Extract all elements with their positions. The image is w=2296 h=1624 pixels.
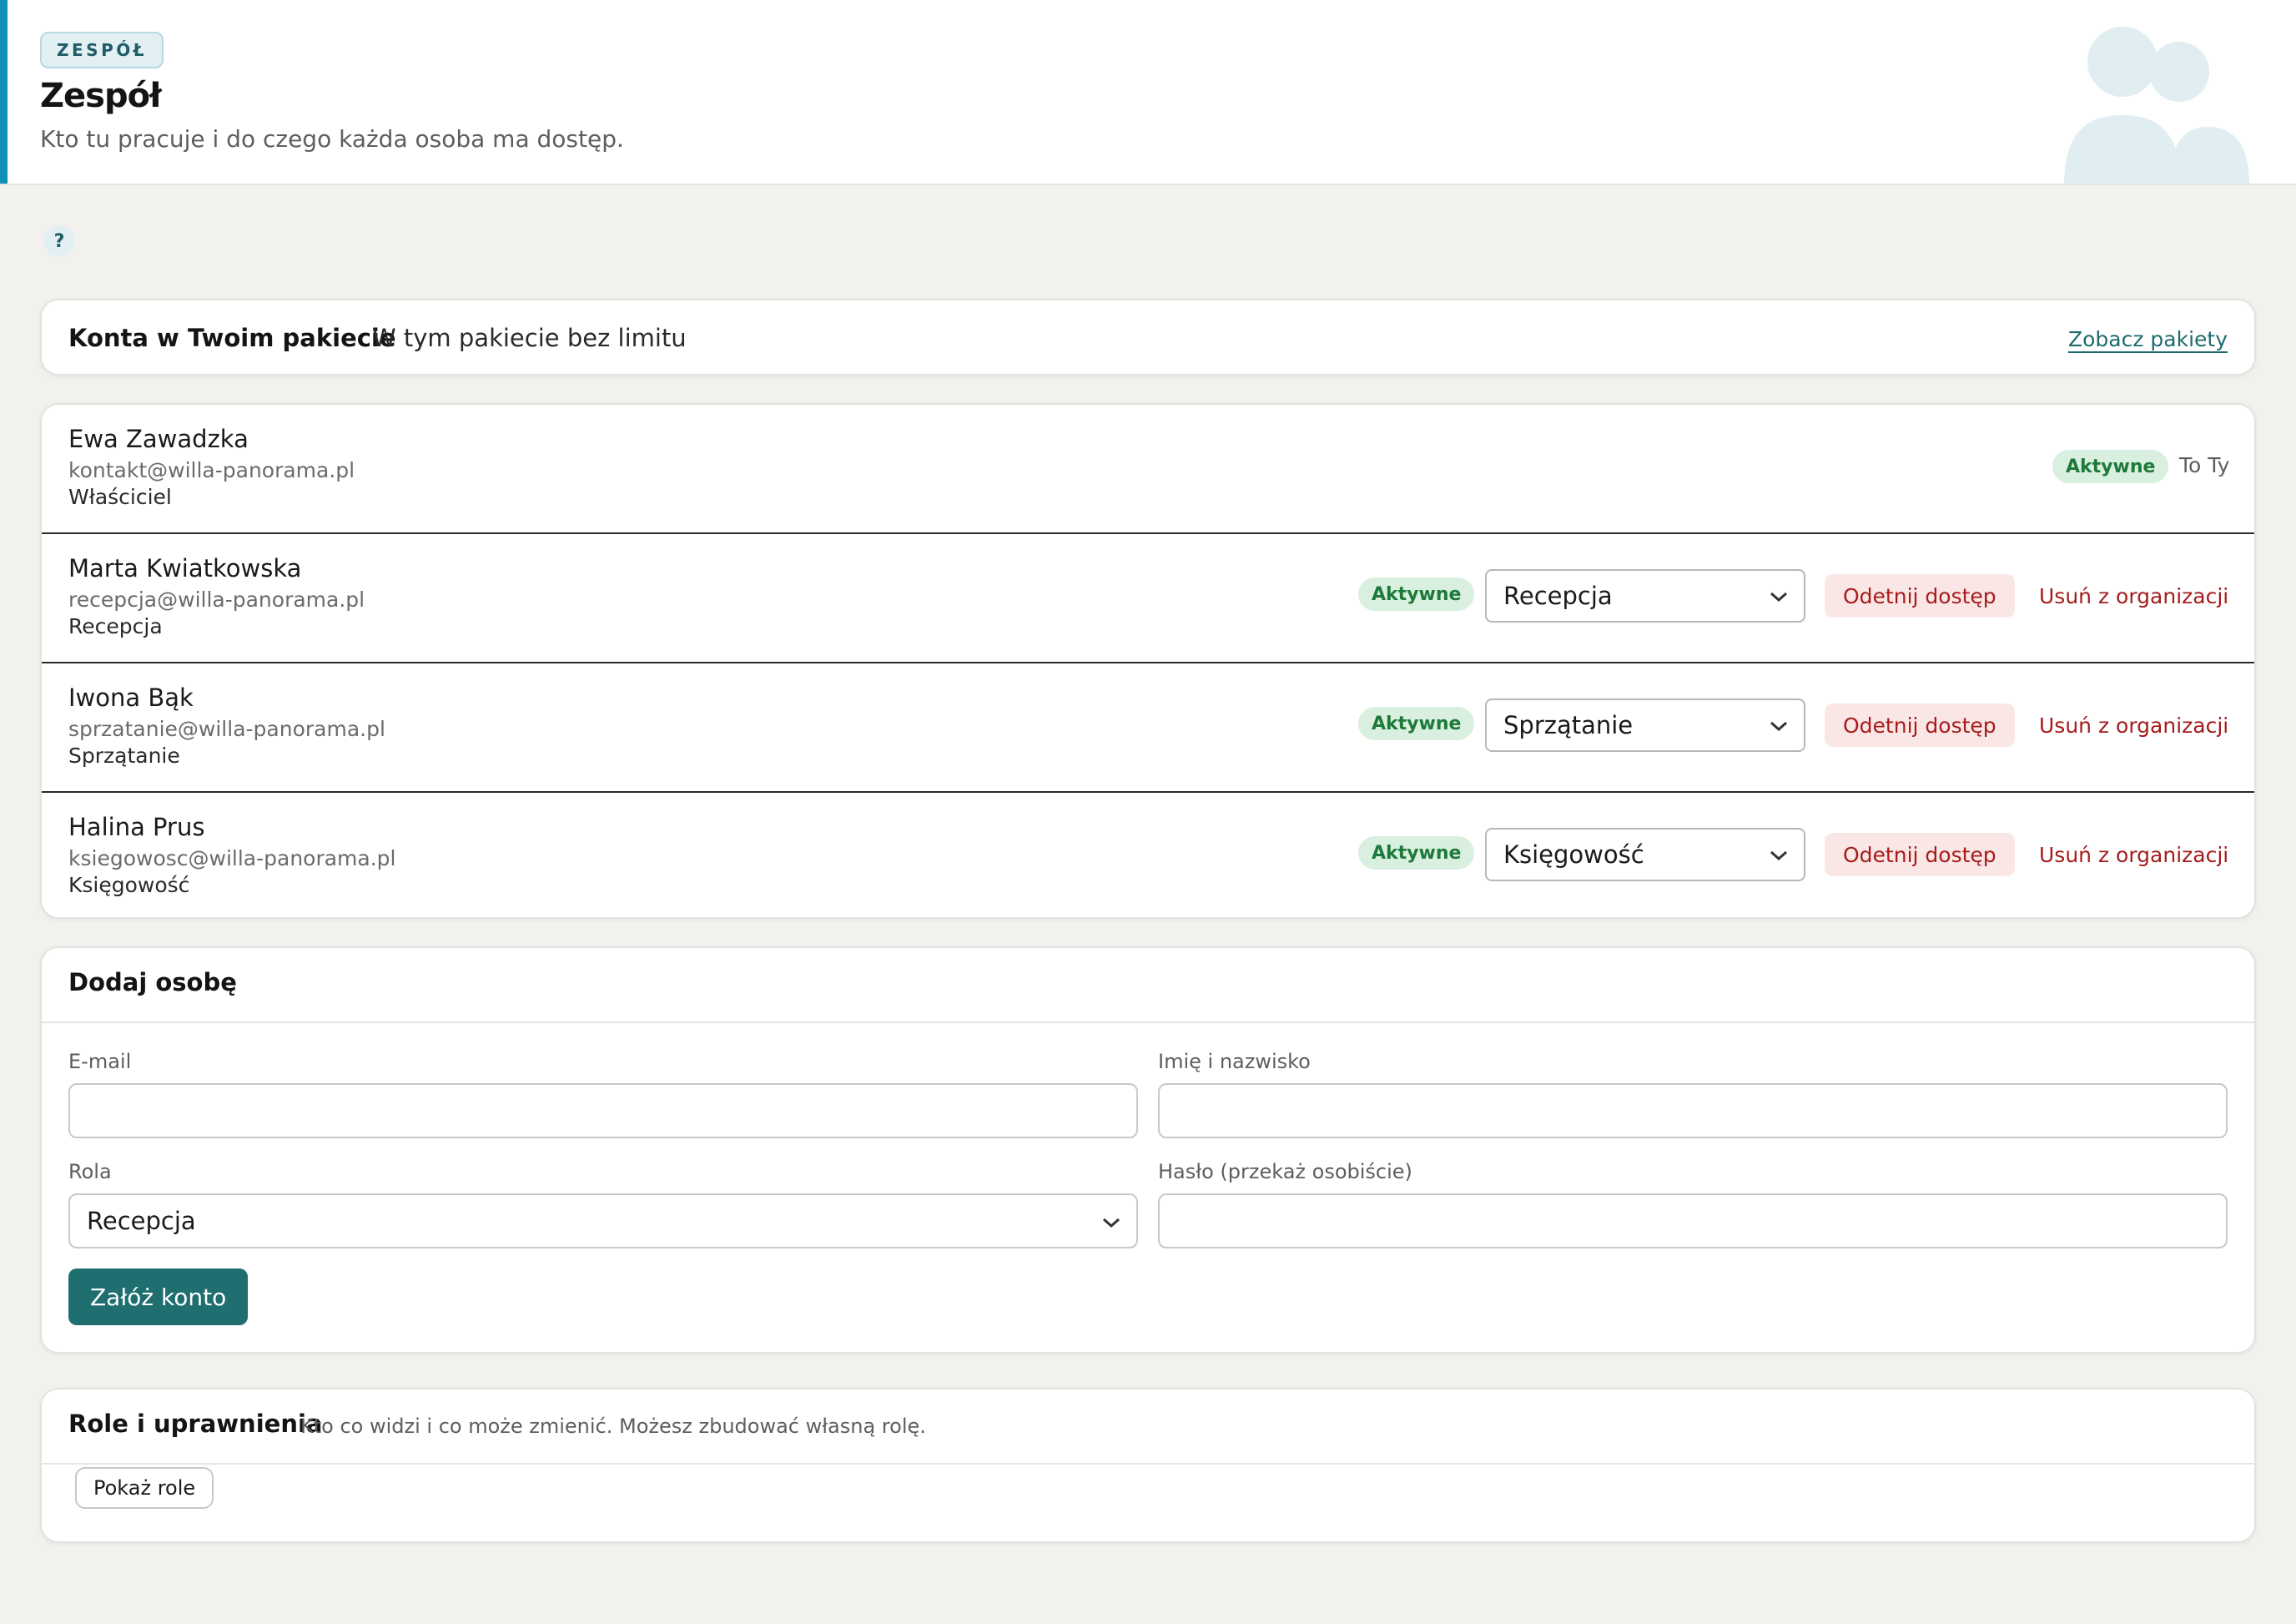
chevron-down-icon [1770, 592, 1787, 603]
role-select-value: Księgowość [1503, 840, 1644, 869]
section-divider [42, 1021, 2254, 1023]
chevron-down-icon [1770, 721, 1787, 732]
remove-from-org-link[interactable]: Usuń z organizacji [2039, 584, 2228, 608]
member-role: Recepcja [68, 614, 163, 638]
new-role-select-value: Recepcja [87, 1207, 196, 1235]
add-person-card: Dodaj osobę E-mail Imię i nazwisko Rola … [40, 946, 2256, 1354]
roles-title: Role i uprawnienia [68, 1410, 323, 1438]
status-badge: Aktywne [1358, 577, 1475, 611]
role-select[interactable]: Księgowość [1485, 828, 1805, 881]
status-badge: Aktywne [2052, 450, 2169, 483]
member-name: Ewa Zawadzka [68, 425, 249, 453]
package-card: Konta w Twoim pakiecie W tym pakiecie be… [40, 299, 2256, 376]
member-email: recepcja@willa-panorama.pl [68, 588, 365, 612]
roles-card: Role i uprawnienia Kto co widzi i co moż… [40, 1388, 2256, 1543]
revoke-access-button[interactable]: Odetnij dostęp [1825, 574, 2015, 618]
member-row: Halina Prus ksiegowosc@willa-panorama.pl… [42, 793, 2254, 917]
revoke-access-button[interactable]: Odetnij dostęp [1825, 704, 2015, 747]
section-divider [42, 1463, 2254, 1465]
section-eyebrow: ZESPÓŁ [40, 32, 164, 68]
remove-from-org-link[interactable]: Usuń z organizacji [2039, 843, 2228, 867]
status-badge: Aktywne [1358, 836, 1475, 870]
member-email: kontakt@willa-panorama.pl [68, 458, 355, 482]
chevron-down-icon [1770, 850, 1787, 861]
member-role: Sprzątanie [68, 744, 180, 768]
role-select[interactable]: Sprzątanie [1485, 699, 1805, 752]
member-role: Księgowość [68, 873, 190, 897]
email-field[interactable] [68, 1083, 1138, 1138]
revoke-access-button[interactable]: Odetnij dostęp [1825, 833, 2015, 876]
new-role-select[interactable]: Recepcja [68, 1193, 1138, 1248]
page-header: ZESPÓŁ Zespół Kto tu pracuje i do czego … [0, 0, 2296, 185]
chevron-down-icon [1103, 1218, 1120, 1228]
member-role: Właściciel [68, 485, 172, 509]
page-subtitle: Kto tu pracuje i do czego każda osoba ma… [40, 125, 624, 153]
create-account-button[interactable]: Załóż konto [68, 1268, 249, 1325]
name-label: Imię i nazwisko [1158, 1050, 1311, 1073]
member-email: sprzatanie@willa-panorama.pl [68, 717, 385, 741]
help-button[interactable]: ? [43, 225, 75, 257]
show-roles-button[interactable]: Pokaż role [75, 1467, 214, 1509]
package-title: Konta w Twoim pakiecie [68, 324, 396, 352]
member-row: Marta Kwiatkowska recepcja@willa-panoram… [42, 534, 2254, 663]
member-name: Halina Prus [68, 813, 205, 841]
see-packages-link[interactable]: Zobacz pakiety [2068, 327, 2228, 351]
member-name: Iwona Bąk [68, 683, 194, 712]
roles-description: Kto co widzi i co może zmienić. Możesz z… [300, 1415, 926, 1438]
role-label: Rola [68, 1160, 112, 1183]
members-list: Ewa Zawadzka kontakt@willa-panorama.pl W… [40, 403, 2256, 919]
page-title: Zespół [40, 77, 162, 115]
password-field[interactable] [1158, 1193, 2228, 1248]
role-select[interactable]: Recepcja [1485, 569, 1805, 623]
people-icon [2064, 27, 2249, 184]
header-accent-bar [0, 0, 8, 184]
name-field[interactable] [1158, 1083, 2228, 1138]
package-limit: W tym pakiecie bez limitu [372, 324, 687, 352]
role-select-value: Recepcja [1503, 582, 1613, 610]
role-select-value: Sprzątanie [1503, 711, 1634, 739]
member-row: Ewa Zawadzka kontakt@willa-panorama.pl W… [42, 405, 2254, 533]
add-person-title: Dodaj osobę [68, 968, 237, 996]
member-email: ksiegowosc@willa-panorama.pl [68, 846, 396, 870]
remove-from-org-link[interactable]: Usuń z organizacji [2039, 714, 2228, 738]
email-label: E-mail [68, 1050, 132, 1073]
member-row: Iwona Bąk sprzatanie@willa-panorama.pl S… [42, 663, 2254, 792]
current-user-note: To Ty [2179, 453, 2230, 477]
status-badge: Aktywne [1358, 707, 1475, 740]
password-label: Hasło (przekaż osobiście) [1158, 1160, 1412, 1183]
member-name: Marta Kwiatkowska [68, 554, 302, 583]
